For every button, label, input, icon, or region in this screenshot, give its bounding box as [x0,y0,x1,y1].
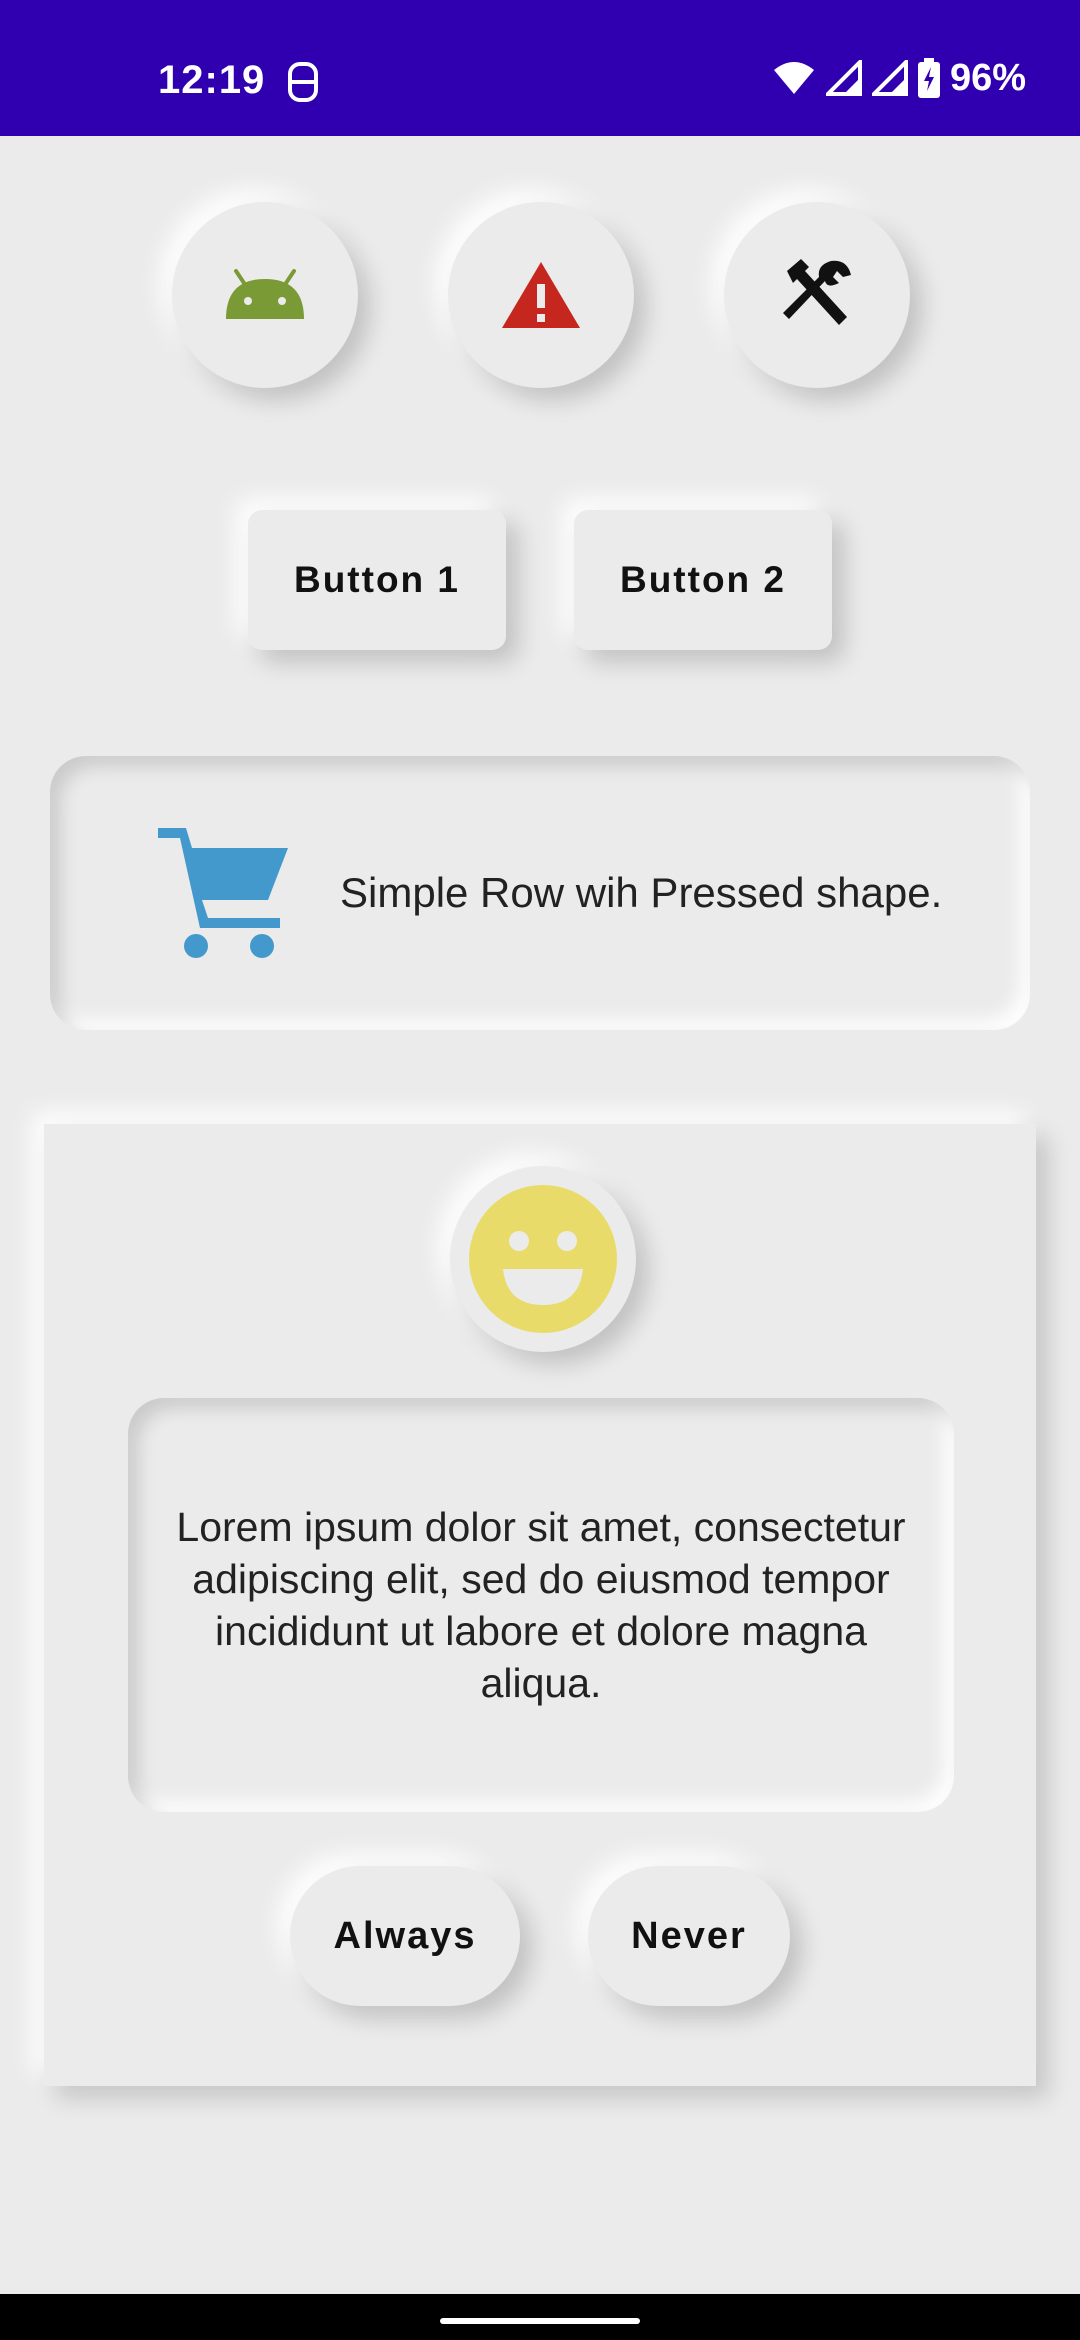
status-icons: 96% [772,56,1026,100]
always-button[interactable]: Always [290,1866,520,2006]
signal-icon [825,60,862,96]
pressed-row-text: Simple Row wih Pressed shape. [340,869,943,916]
smiley-icon [469,1185,617,1333]
status-bar: 12:19 96% [0,0,1080,136]
lorem-text: Lorem ipsum dolor sit amet, consectetur … [176,1504,906,1706]
cart-icon [158,828,288,958]
android-button[interactable] [172,202,358,388]
smiley-button[interactable] [450,1166,636,1352]
never-button[interactable]: Never [588,1866,790,2006]
signal-icon [871,60,908,96]
warning-button[interactable] [448,202,634,388]
button-1[interactable]: Button 1 [248,510,506,650]
battery-charging-icon [917,58,940,98]
tools-icon [783,259,851,325]
status-time: 12:19 [158,58,266,102]
tools-button[interactable] [724,202,910,388]
notification-icon [288,62,318,102]
home-handle[interactable] [440,2318,640,2324]
button-2[interactable]: Button 2 [574,510,832,650]
wifi-icon [773,62,814,94]
lorem-box: Lorem ipsum dolor sit amet, consectetur … [128,1398,954,1812]
battery-percent: 96% [949,56,1026,99]
warning-icon [502,262,580,328]
android-icon [226,269,304,319]
navigation-bar [0,2294,1080,2340]
